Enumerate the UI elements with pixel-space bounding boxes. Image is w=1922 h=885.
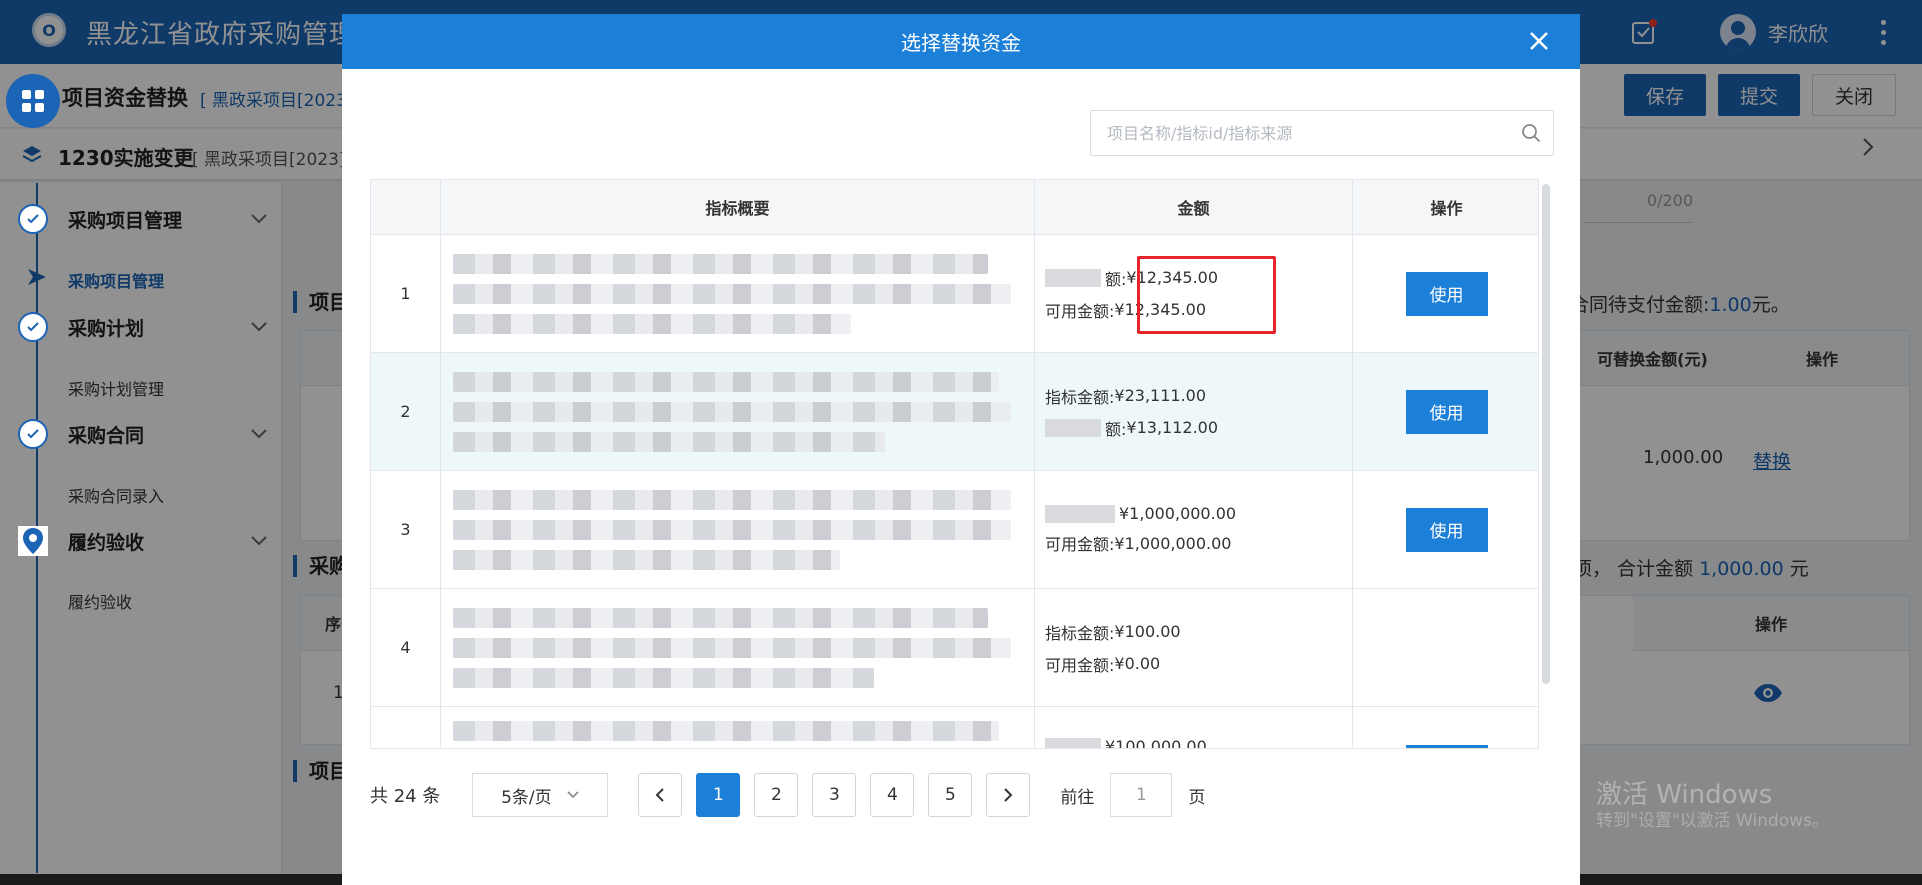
- funds-table: 指标概要 金额 操作 1 额: ¥12,345.00 可用金额: ¥12,345…: [370, 179, 1539, 749]
- table-row[interactable]: 4 指标金额: ¥100.00 可用金额: ¥0.00: [371, 589, 1538, 707]
- location-icon: [18, 526, 48, 556]
- windows-watermark-sub: 转到"设置"以激活 Windows。: [1596, 811, 1829, 831]
- page-button-4[interactable]: 4: [870, 773, 915, 817]
- search-input[interactable]: [1091, 111, 1509, 155]
- search-icon[interactable]: [1509, 123, 1553, 143]
- chevron-right-icon: [1004, 788, 1013, 802]
- check-icon: [18, 312, 48, 342]
- use-button[interactable]: 使用: [1405, 745, 1488, 748]
- use-button[interactable]: 使用: [1405, 271, 1488, 316]
- table-header: 指标概要 金额 操作: [371, 180, 1538, 235]
- row-amount: 指标金额: ¥23,111.00 额: ¥13,112.00: [1035, 353, 1353, 470]
- close-icon[interactable]: [1524, 26, 1554, 56]
- row-summary: [441, 235, 1035, 352]
- page-button-1[interactable]: 1: [696, 773, 741, 817]
- row-number: 3: [371, 471, 441, 588]
- page-size-value: 5条/页: [501, 787, 552, 808]
- use-button[interactable]: 使用: [1405, 389, 1488, 434]
- page-size-select[interactable]: 5条/页: [472, 773, 609, 817]
- row-summary: [441, 471, 1035, 588]
- check-icon: [18, 204, 48, 234]
- row-summary: [441, 589, 1035, 706]
- page-button-5[interactable]: 5: [928, 773, 973, 817]
- table-row[interactable]: ¥100,000.00 使用: [371, 707, 1538, 748]
- row-amount: ¥1,000,000.00 可用金额: ¥1,000,000.00: [1035, 471, 1353, 588]
- search-box: [1090, 110, 1554, 156]
- check-icon: [18, 419, 48, 449]
- page-button-2[interactable]: 2: [754, 773, 799, 817]
- use-button[interactable]: 使用: [1405, 507, 1488, 552]
- column-header-summary: 指标概要: [441, 180, 1035, 234]
- row-summary: [441, 353, 1035, 470]
- row-number: 1: [371, 235, 441, 352]
- table-row[interactable]: 2 指标金额: ¥23,111.00 额: ¥13,112.00 使用: [371, 353, 1538, 471]
- next-page-button[interactable]: [986, 773, 1031, 817]
- column-header-amount: 金额: [1035, 180, 1353, 234]
- table-scrollbar[interactable]: [1542, 184, 1550, 684]
- prev-page-button[interactable]: [638, 773, 683, 817]
- row-summary: [441, 707, 1035, 748]
- goto-page-input[interactable]: [1110, 773, 1173, 817]
- apps-icon: [6, 74, 60, 128]
- column-header-op: 操作: [1430, 199, 1463, 218]
- select-funds-dialog: 选择替换资金 指标概要 金额 操作 1 额: ¥12,345.00 可用金额: …: [342, 14, 1580, 885]
- chevron-down-icon: [567, 791, 579, 799]
- row-number: 2: [371, 353, 441, 470]
- page-button-3[interactable]: 3: [812, 773, 857, 817]
- row-number: 4: [371, 589, 441, 706]
- dialog-header: 选择替换资金: [342, 14, 1580, 69]
- highlight-box: [1137, 256, 1276, 334]
- page-label: 页: [1188, 787, 1206, 808]
- row-amount: ¥100,000.00: [1035, 707, 1353, 748]
- pagination: 共 24 条 5条/页 1 2 3 4 5 前往 页: [370, 772, 1205, 818]
- total-count: 共 24 条: [370, 786, 441, 807]
- table-row[interactable]: 3 ¥1,000,000.00 可用金额: ¥1,000,000.00 使用: [371, 471, 1538, 589]
- row-amount: 指标金额: ¥100.00 可用金额: ¥0.00: [1035, 589, 1353, 706]
- table-row[interactable]: 1 额: ¥12,345.00 可用金额: ¥12,345.00 使用: [371, 235, 1538, 353]
- dialog-title: 选择替换资金: [901, 31, 1021, 55]
- chevron-left-icon: [655, 788, 665, 802]
- row-number: [371, 707, 441, 748]
- goto-label: 前往: [1060, 787, 1095, 808]
